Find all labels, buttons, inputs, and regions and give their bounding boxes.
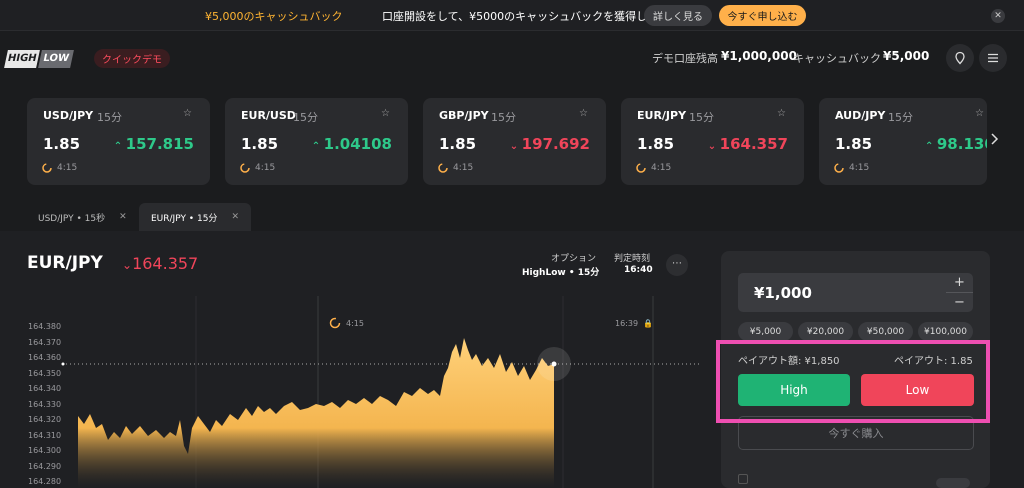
price-area (78, 338, 554, 488)
logo-high: HIGH (4, 50, 40, 68)
y-tick: 164.340 (28, 384, 62, 393)
balance-value: ¥1,000,000 (721, 49, 797, 63)
card-symbol: USD/JPY (43, 109, 94, 122)
option-value: HighLow • 15分 (522, 268, 600, 278)
card-payout: 1.85 (439, 135, 477, 153)
timer-icon (438, 163, 448, 173)
cashback-label: キャッシュバック (793, 52, 881, 65)
card-rate: ⌄ 197.692 (509, 135, 590, 153)
card-rate: ⌃ 98.130 (925, 135, 987, 153)
asset-card-eurjpy[interactable]: EUR/JPY 15分 ☆ 1.85 ⌄ 164.357 4:15 (621, 98, 804, 185)
asset-card-gbpjpy[interactable]: GBP/JPY 15分 ☆ 1.85 ⌄ 197.692 4:15 (423, 98, 606, 185)
timer-icon (329, 317, 341, 329)
y-tick: 164.310 (28, 431, 62, 440)
menu-icon[interactable] (979, 44, 1007, 72)
card-payout: 1.85 (835, 135, 873, 153)
tab-label: USD/JPY • 15秒 (38, 213, 106, 224)
price-chart[interactable]: 4:15 16:39 🔒 (0, 296, 700, 488)
timer-icon (636, 163, 646, 173)
card-rate: ⌃ 157.815 (113, 135, 194, 153)
logo-low: LOW (38, 50, 74, 68)
promo-apply-button[interactable]: 今すぐ申し込む (719, 5, 806, 26)
y-tick: 164.280 (28, 477, 62, 486)
card-payout: 1.85 (637, 135, 675, 153)
tab-close-icon[interactable]: ✕ (231, 212, 239, 222)
option-label: オプション (551, 254, 597, 264)
card-duration: 15分 (689, 111, 714, 124)
pin-icon[interactable] (946, 44, 974, 72)
close-icon[interactable]: ✕ (991, 9, 1005, 23)
decrease-button[interactable]: − (946, 293, 973, 312)
y-tick: 164.300 (28, 446, 62, 455)
promo-message: 口座開設をして、¥5000のキャッシュバックを獲得しよう！ (382, 10, 681, 23)
promo-details-button[interactable]: 詳しく見る (644, 5, 712, 26)
cashback-value: ¥5,000 (883, 49, 930, 63)
quick-amount-5000[interactable]: ¥5,000 (738, 322, 793, 341)
logo[interactable]: HIGH LOW (4, 50, 74, 68)
more-options-icon[interactable]: ⋯ (666, 254, 688, 276)
timer-icon (240, 163, 250, 173)
tab-label: EUR/JPY • 15分 (151, 213, 218, 224)
card-symbol: GBP/JPY (439, 109, 489, 122)
card-timer: 4:15 (651, 163, 672, 173)
amount-value: ¥1,000 (754, 284, 812, 302)
star-icon[interactable]: ☆ (777, 108, 786, 119)
card-symbol: EUR/JPY (637, 109, 687, 122)
judge-time-label: 判定時刻 (614, 254, 651, 264)
promo-cashback: ¥5,000のキャッシュバック (205, 10, 343, 23)
chart-timer: 4:15 (346, 319, 364, 328)
star-icon[interactable]: ☆ (183, 108, 192, 119)
card-timer: 4:15 (849, 163, 870, 173)
y-tick: 164.320 (28, 415, 62, 424)
star-icon[interactable]: ☆ (975, 108, 984, 119)
balance-label: デモ口座残高 (652, 52, 718, 65)
timer-icon (42, 163, 52, 173)
card-rate: ⌄ 164.357 (707, 135, 788, 153)
card-symbol: AUD/JPY (835, 109, 886, 122)
card-duration: 15分 (293, 111, 318, 124)
chevron-right-icon[interactable] (987, 131, 1001, 147)
star-icon[interactable]: ☆ (381, 108, 390, 119)
card-timer: 4:15 (255, 163, 276, 173)
checkbox[interactable] (738, 474, 748, 484)
y-tick: 164.330 (28, 400, 62, 409)
card-duration: 15分 (491, 111, 516, 124)
quick-amount-20000[interactable]: ¥20,000 (798, 322, 853, 341)
y-tick: 164.360 (28, 353, 62, 362)
asset-card-usdjpy[interactable]: USD/JPY 15分 ☆ 1.85 ⌃ 157.815 4:15 (27, 98, 210, 185)
y-tick: 164.370 (28, 338, 62, 347)
star-icon[interactable]: ☆ (579, 108, 588, 119)
tab-usdjpy[interactable]: USD/JPY • 15秒 ✕ (26, 203, 138, 231)
card-timer: 4:15 (453, 163, 474, 173)
card-timer: 4:15 (57, 163, 78, 173)
chart-pair-title: EUR/JPY (27, 253, 103, 273)
y-tick: 164.380 (28, 322, 62, 331)
quick-amount-100000[interactable]: ¥100,000 (918, 322, 973, 341)
card-rate: ⌃ 1.04108 (311, 135, 392, 153)
judge-time-value: 16:40 (624, 265, 653, 275)
card-symbol: EUR/USD (241, 109, 296, 122)
y-tick: 164.350 (28, 369, 62, 378)
quick-amount-50000[interactable]: ¥50,000 (858, 322, 913, 341)
asset-card-eurusd[interactable]: EUR/USD 15分 ☆ 1.85 ⌃ 1.04108 4:15 (225, 98, 408, 185)
card-payout: 1.85 (241, 135, 279, 153)
quick-demo-badge[interactable]: クイックデモ (94, 49, 170, 68)
card-payout: 1.85 (43, 135, 81, 153)
card-duration: 15分 (97, 111, 122, 124)
card-duration: 15分 (888, 111, 913, 124)
lock-icon: 🔒 (643, 319, 653, 328)
promo-bar: ¥5,000のキャッシュバック 口座開設をして、¥5000のキャッシュバックを獲… (0, 0, 1024, 31)
asset-card-audjpy[interactable]: AUD/JPY 15分 ☆ 1.85 ⌃ 98.130 4:15 (819, 98, 987, 185)
y-tick: 164.290 (28, 462, 62, 471)
increase-button[interactable]: + (946, 273, 973, 292)
tab-eurjpy[interactable]: EUR/JPY • 15分 ✕ (139, 203, 251, 231)
chart-pair-rate: ⌄164.357 (122, 254, 199, 273)
timer-icon (834, 163, 844, 173)
tab-close-icon[interactable]: ✕ (119, 212, 127, 222)
highlight-box (716, 340, 990, 423)
toggle-switch[interactable] (936, 478, 970, 488)
chart-end-time: 16:39 (615, 319, 638, 328)
